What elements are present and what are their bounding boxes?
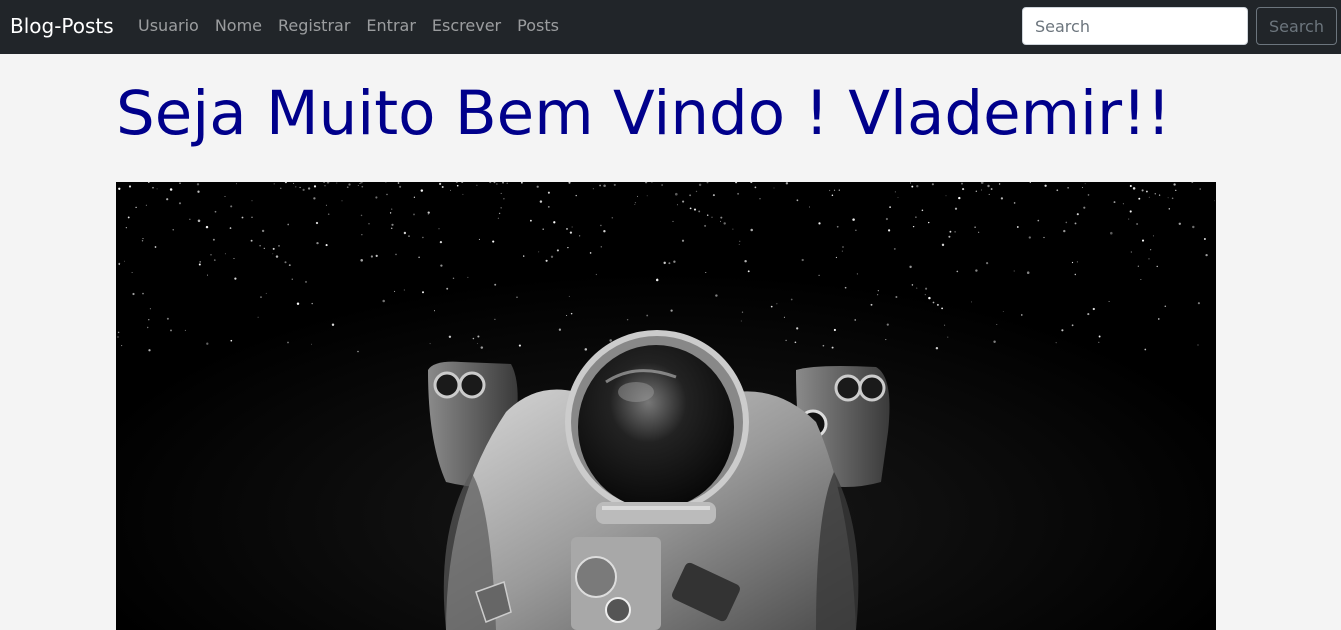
nav-links: Usuario Nome Registrar Entrar Escrever P… [138, 15, 575, 37]
astronaut-hero-image [116, 182, 1216, 630]
nav-link-usuario[interactable]: Usuario [138, 15, 199, 37]
nav-link-nome[interactable]: Nome [215, 15, 262, 37]
search-input[interactable] [1022, 7, 1248, 45]
search-button[interactable]: Search [1256, 7, 1337, 45]
top-navbar: Blog-Posts Usuario Nome Registrar Entrar… [0, 0, 1341, 54]
nav-link-registrar[interactable]: Registrar [278, 15, 350, 37]
nav-link-posts[interactable]: Posts [517, 15, 559, 37]
nav-link-escrever[interactable]: Escrever [432, 15, 501, 37]
astronaut-illustration [116, 182, 1216, 630]
welcome-title: Seja Muito Bem Vindo ! Vlademir!! [116, 78, 1171, 149]
brand-link[interactable]: Blog-Posts [10, 13, 114, 39]
nav-link-entrar[interactable]: Entrar [366, 15, 415, 37]
